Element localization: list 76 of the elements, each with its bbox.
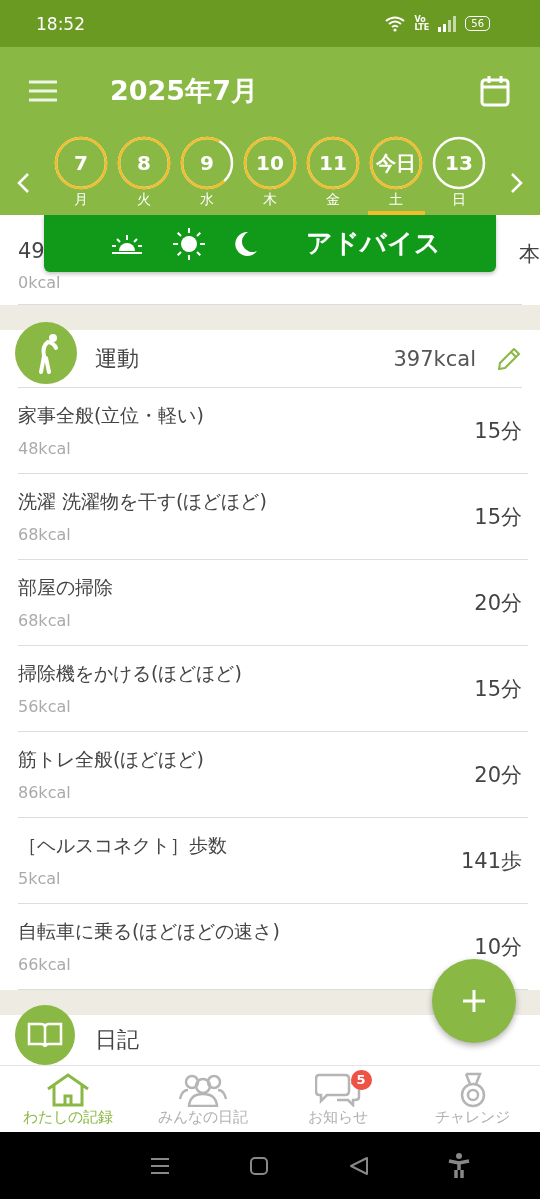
item-kcal: 48kcal xyxy=(18,439,72,458)
wifi-icon xyxy=(384,15,407,32)
item-name: ［ヘルスコネクト］歩数 xyxy=(18,833,227,858)
item-amount: 15分 xyxy=(474,417,522,445)
item-kcal: 5kcal xyxy=(18,869,62,888)
item-name: 部屋の掃除 xyxy=(18,575,113,600)
calendar-icon[interactable] xyxy=(480,75,510,107)
notification-badge: 5 xyxy=(350,1069,372,1090)
exercise-row[interactable]: ［ヘルスコネクト］歩数 5kcal 141歩 xyxy=(18,818,528,904)
item-kcal: 86kcal xyxy=(18,783,72,802)
item-name: 家事全般(立位・軽い) xyxy=(18,403,204,428)
volte-indicator: Vo LTE xyxy=(414,15,430,32)
item-amount: 15分 xyxy=(474,675,522,703)
nav-tab[interactable]: みんなの日記 xyxy=(135,1066,270,1132)
day-tab[interactable]: 13 日 xyxy=(430,135,488,215)
status-time: 18:52 xyxy=(36,13,85,34)
day-tab[interactable]: 11 金 xyxy=(304,135,362,215)
advice-banner[interactable]: アドバイス xyxy=(44,215,496,272)
item-kcal: 0kcal xyxy=(18,273,61,292)
item-name: 掃除機をかける(ほどほど) xyxy=(18,661,242,686)
exercise-row[interactable]: 掃除機をかける(ほどほど) 56kcal 15分 xyxy=(18,646,528,732)
nav-tab[interactable]: わたしの記録 xyxy=(0,1066,135,1132)
item-amount: 20分 xyxy=(474,589,522,617)
item-amount: 10分 xyxy=(474,933,522,961)
recent-apps-icon[interactable] xyxy=(149,1156,170,1175)
next-icon[interactable] xyxy=(510,172,524,194)
progress-ring xyxy=(53,135,109,191)
item-name: 49 xyxy=(18,239,46,263)
exercise-row[interactable]: 部屋の掃除 68kcal 20分 xyxy=(18,560,528,646)
people-icon xyxy=(177,1072,228,1107)
item-kcal: 68kcal xyxy=(18,611,72,630)
previous-icon[interactable] xyxy=(16,172,30,194)
day-tab[interactable]: 10 木 xyxy=(241,135,299,215)
item-kcal: 66kcal xyxy=(18,955,72,974)
nav-tab[interactable]: 5 お知らせ xyxy=(270,1066,405,1132)
moon-icon xyxy=(234,230,258,257)
item-amount: 15分 xyxy=(474,503,522,531)
signal-icon xyxy=(437,15,458,32)
progress-ring xyxy=(116,135,172,191)
back-icon[interactable] xyxy=(348,1155,369,1176)
accessibility-icon[interactable] xyxy=(448,1152,471,1179)
home-icon[interactable] xyxy=(249,1155,270,1176)
day-tab[interactable]: 7 月 xyxy=(52,135,110,215)
item-amount: 本 xyxy=(519,241,540,268)
exercise-row[interactable]: 筋トレ全般(ほどほど) 86kcal 20分 xyxy=(18,732,528,818)
item-amount: 141歩 xyxy=(460,847,522,875)
day-tab[interactable]: 9 水 xyxy=(178,135,236,215)
item-name: 筋トレ全般(ほどほど) xyxy=(18,747,204,772)
progress-ring xyxy=(305,135,361,191)
house-icon xyxy=(45,1072,90,1107)
exercise-row[interactable]: 家事全般(立位・軽い) 48kcal 15分 xyxy=(18,388,528,474)
sun-icon xyxy=(172,226,206,261)
progress-ring xyxy=(242,135,298,191)
plus-icon xyxy=(461,988,487,1014)
nav-tab[interactable]: チャレンジ xyxy=(405,1066,540,1132)
month-title: 2025年7月 xyxy=(110,74,259,108)
item-kcal: 56kcal xyxy=(18,697,72,716)
stretching-figure-icon xyxy=(15,322,77,384)
exercise-row[interactable]: 洗濯 洗濯物を干す(ほどほど) 68kcal 15分 xyxy=(18,474,528,560)
pencil-icon[interactable] xyxy=(496,345,522,372)
sunrise-icon xyxy=(110,232,144,255)
item-amount: 20分 xyxy=(474,761,522,789)
section-title: 日記 xyxy=(95,1026,140,1054)
menu-icon[interactable] xyxy=(28,80,58,102)
section-title: 運動 xyxy=(95,344,140,373)
advice-label: アドバイス xyxy=(306,227,441,260)
add-button[interactable] xyxy=(432,959,516,1043)
day-tab[interactable]: 8 火 xyxy=(115,135,173,215)
battery-indicator: 56 xyxy=(465,16,490,31)
item-kcal: 68kcal xyxy=(18,525,72,544)
item-name: 自転車に乗る(ほどほどの速さ) xyxy=(18,919,280,944)
progress-ring xyxy=(368,135,424,191)
total-kcal: 397kcal xyxy=(393,346,476,371)
progress-ring xyxy=(179,135,235,191)
progress-ring xyxy=(431,135,487,191)
item-name: 洗濯 洗濯物を干す(ほどほど) xyxy=(18,489,267,514)
